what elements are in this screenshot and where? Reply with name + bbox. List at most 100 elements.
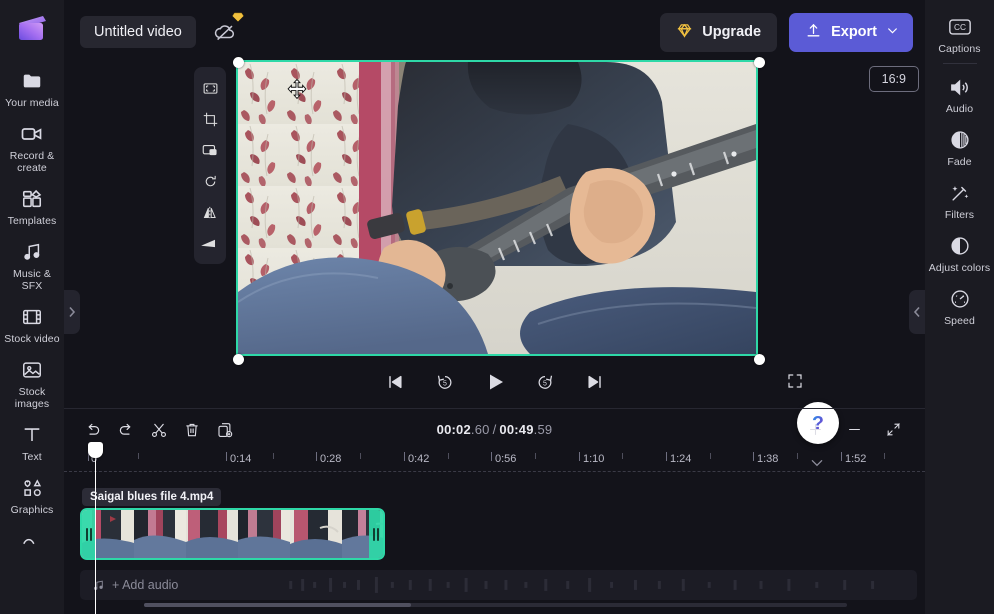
- sidebar-item-audio[interactable]: Audio: [925, 68, 994, 121]
- sidebar-item-label: Templates: [8, 215, 57, 227]
- split-icon[interactable]: [144, 416, 174, 444]
- play-icon[interactable]: [480, 367, 510, 397]
- sidebar-item-label: Your media: [5, 97, 59, 109]
- left-sidebar: Your media Record & create Template: [0, 0, 64, 614]
- timeline-zoom-controls: [800, 416, 911, 444]
- add-audio-label: + Add audio: [112, 578, 178, 592]
- video-clip[interactable]: [80, 508, 385, 560]
- aspect-ratio-button[interactable]: 16:9: [869, 66, 919, 92]
- move-cursor: [286, 78, 306, 98]
- clipchamp-logo[interactable]: [14, 10, 50, 46]
- folder-icon: [20, 69, 44, 93]
- current-time-frac: .60: [471, 422, 490, 437]
- chevron-down-icon: [886, 24, 899, 41]
- sidebar-item-captions[interactable]: CC Captions: [925, 8, 994, 61]
- video-stage: [238, 62, 758, 358]
- timeline-ruler[interactable]: 0 0:14 0:28 0:42 0:56 1:10 1:24 1:38 1:5…: [64, 450, 925, 472]
- sidebar-item-speed[interactable]: Speed: [925, 280, 994, 333]
- project-title-input[interactable]: Untitled video: [80, 16, 196, 48]
- sidebar-item-record-create[interactable]: Record & create: [0, 115, 64, 180]
- clip-name-label: Saigal blues file 4.mp4: [82, 488, 221, 506]
- sidebar-item-label: Graphics: [11, 504, 54, 516]
- sidebar-item-your-media[interactable]: Your media: [0, 62, 64, 115]
- export-label: Export: [831, 24, 877, 40]
- ruler-label: 0:42: [408, 453, 429, 465]
- svg-text:CC: CC: [954, 22, 966, 32]
- diamond-icon: [232, 11, 244, 26]
- clip-thumbnail: [186, 510, 238, 558]
- sidebar-item-adjust-colors[interactable]: Adjust colors: [925, 227, 994, 280]
- playhead-knob[interactable]: [88, 442, 103, 458]
- fullscreen-icon[interactable]: [781, 367, 809, 395]
- trim-handle-right[interactable]: [369, 510, 383, 558]
- playhead[interactable]: [95, 442, 96, 614]
- forward-5-icon[interactable]: 5: [530, 367, 560, 397]
- timeline-toolbar: 00:02.60/00:49.59: [64, 409, 925, 450]
- speaker-icon: [948, 75, 972, 99]
- clip-thumbnail: [134, 510, 186, 558]
- sidebar-item-filters[interactable]: Filters: [925, 174, 994, 227]
- clipchamp-editor: Your media Record & create Template: [0, 0, 994, 614]
- export-button[interactable]: Export: [789, 13, 913, 52]
- ruler-label: 0:28: [320, 453, 341, 465]
- sidebar-item-label: Stock images: [2, 386, 62, 410]
- delete-icon[interactable]: [177, 416, 207, 444]
- transitions-icon: [20, 529, 44, 553]
- skip-to-start-icon[interactable]: [380, 367, 410, 397]
- fade-icon: [948, 128, 972, 152]
- resize-handle-top-right[interactable]: [754, 57, 765, 68]
- add-audio-track[interactable]: + Add audio: [80, 570, 917, 600]
- magic-wand-icon: [948, 181, 972, 205]
- skew-icon[interactable]: [196, 228, 224, 258]
- sidebar-item-templates[interactable]: Templates: [0, 180, 64, 233]
- image-icon: [20, 358, 44, 382]
- music-note-icon: [92, 579, 105, 592]
- right-panel-collapse-handle[interactable]: [909, 290, 925, 334]
- cc-icon: CC: [948, 15, 972, 39]
- svg-text:5: 5: [443, 381, 447, 388]
- zoom-out-minus-icon[interactable]: [839, 416, 869, 444]
- clip-thumbnail: [290, 510, 342, 558]
- sidebar-item-stock-video[interactable]: Stock video: [0, 298, 64, 351]
- skip-to-end-icon[interactable]: [580, 367, 610, 397]
- sidebar-item-stock-images[interactable]: Stock images: [0, 351, 64, 416]
- fit-timeline-icon[interactable]: [878, 416, 908, 444]
- duplicate-icon[interactable]: [210, 416, 240, 444]
- contrast-icon: [948, 234, 972, 258]
- templates-icon: [20, 187, 44, 211]
- speedometer-icon: [948, 287, 972, 311]
- cloud-off-icon[interactable]: [210, 17, 240, 47]
- zoom-in-plus-icon[interactable]: [800, 416, 830, 444]
- shapes-icon: [20, 476, 44, 500]
- video-preview[interactable]: [238, 62, 756, 354]
- audio-waveform: [80, 570, 917, 600]
- current-time: 00:02: [437, 422, 471, 437]
- timeline-tracks: Saigal blues file 4.mp4: [64, 472, 925, 608]
- upgrade-button[interactable]: Upgrade: [660, 13, 777, 52]
- sidebar-item-fade[interactable]: Fade: [925, 121, 994, 174]
- sidebar-item-transitions[interactable]: [0, 522, 64, 559]
- music-note-icon: [20, 240, 44, 264]
- left-panel-expand-handle[interactable]: [64, 290, 80, 334]
- ruler-label: 0:14: [230, 453, 251, 465]
- trim-handle-icon: [86, 528, 92, 541]
- sidebar-item-label: Stock video: [4, 333, 59, 345]
- redo-icon[interactable]: [111, 416, 141, 444]
- ruler-label: 1:10: [583, 453, 604, 465]
- flip-horizontal-icon[interactable]: [196, 197, 224, 227]
- text-icon: [20, 423, 44, 447]
- trim-handle-left[interactable]: [82, 510, 96, 558]
- rewind-5-icon[interactable]: 5: [430, 367, 460, 397]
- sidebar-item-graphics[interactable]: Graphics: [0, 469, 64, 522]
- sidebar-item-text[interactable]: Text: [0, 416, 64, 469]
- timeline-horizontal-scrollbar[interactable]: [144, 603, 847, 607]
- total-time-frac: .59: [534, 422, 553, 437]
- fit-to-screen-icon[interactable]: [196, 73, 224, 103]
- sidebar-item-label: Record & create: [2, 150, 62, 174]
- resize-handle-top-left[interactable]: [233, 57, 244, 68]
- crop-icon[interactable]: [196, 104, 224, 134]
- undo-icon[interactable]: [78, 416, 108, 444]
- sidebar-item-music-sfx[interactable]: Music & SFX: [0, 233, 64, 298]
- picture-in-picture-icon[interactable]: [196, 135, 224, 165]
- rotate-icon[interactable]: [196, 166, 224, 196]
